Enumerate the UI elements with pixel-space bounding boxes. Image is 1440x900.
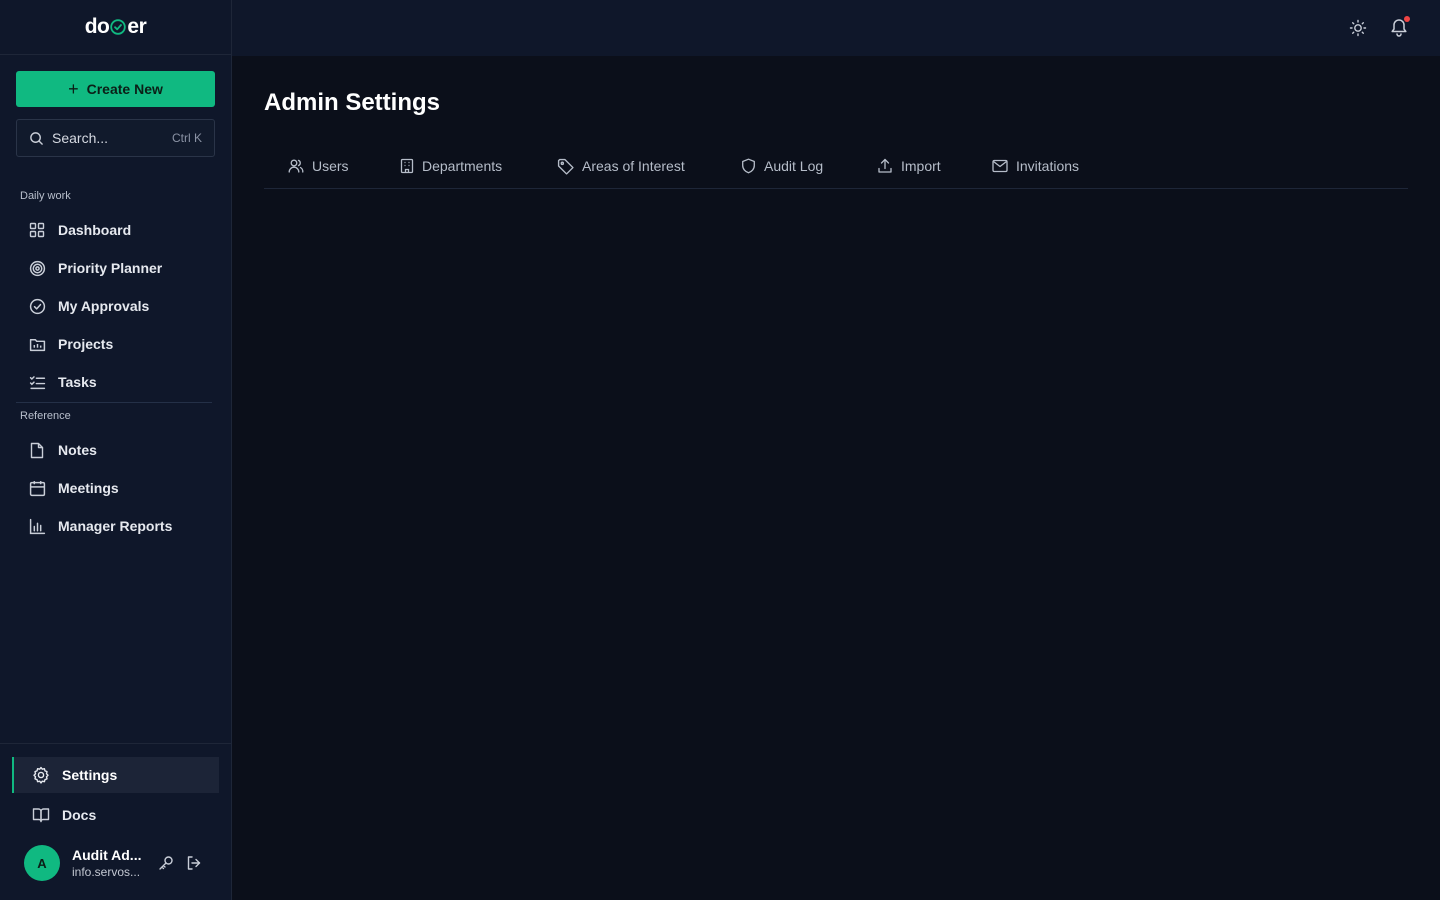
- create-new-button[interactable]: + Create New: [16, 71, 215, 107]
- calendar-icon: [28, 479, 46, 497]
- list-checks-icon: [28, 373, 46, 391]
- tab-label: Users: [312, 158, 349, 174]
- sidebar-item-dashboard[interactable]: Dashboard: [16, 213, 212, 247]
- settings-tabs: Users Departments Areas of Interest Audi…: [264, 145, 1408, 189]
- tab-label: Import: [901, 158, 941, 174]
- create-new-label: Create New: [86, 81, 163, 97]
- sidebar-item-label: Dashboard: [58, 222, 132, 238]
- section-label-reference: Reference: [20, 410, 71, 422]
- file-icon: [28, 441, 46, 459]
- search-box[interactable]: Ctrl K: [16, 119, 215, 157]
- page-title: Admin Settings: [264, 89, 441, 116]
- sidebar-item-settings[interactable]: Settings: [12, 757, 219, 793]
- docs-label: Docs: [62, 807, 97, 823]
- check-circle-icon: [28, 297, 46, 315]
- sidebar-item-label: My Approvals: [58, 298, 150, 314]
- sidebar-item-notes[interactable]: Notes: [16, 433, 212, 467]
- sidebar-item-manager-reports[interactable]: Manager Reports: [16, 509, 212, 543]
- search-shortcut: Ctrl K: [172, 131, 202, 145]
- grid-icon: [28, 221, 46, 239]
- user-name: Audit Ad...: [72, 847, 142, 863]
- users-icon: [288, 158, 304, 174]
- sidebar: do er + Create New Ctrl K Daily work Das…: [0, 0, 232, 900]
- settings-label: Settings: [62, 767, 118, 783]
- sidebar-bottom: Settings Docs A Audit Ad... info.servos.…: [0, 743, 231, 900]
- search-input[interactable]: [52, 130, 162, 146]
- sidebar-divider: [16, 402, 212, 403]
- sidebar-item-projects[interactable]: Projects: [16, 327, 212, 361]
- sidebar-item-priority-planner[interactable]: Priority Planner: [16, 251, 212, 285]
- user-info: Audit Ad... info.servos...: [72, 847, 152, 879]
- shield-icon: [741, 158, 756, 174]
- mail-icon: [992, 159, 1008, 173]
- key-icon[interactable]: [158, 855, 174, 871]
- tab-label: Invitations: [1016, 158, 1080, 174]
- sidebar-item-tasks[interactable]: Tasks: [16, 365, 212, 399]
- logo-check-icon: [110, 19, 127, 35]
- tab-invitations[interactable]: Invitations: [992, 145, 1079, 187]
- user-actions: [158, 855, 202, 871]
- book-icon: [32, 807, 50, 823]
- sidebar-item-meetings[interactable]: Meetings: [16, 471, 212, 505]
- logout-icon[interactable]: [186, 855, 202, 871]
- section-label-daily-work: Daily work: [20, 190, 71, 202]
- building-icon: [400, 158, 414, 174]
- folder-chart-icon: [28, 335, 46, 353]
- sun-icon[interactable]: [1349, 19, 1367, 42]
- tab-areas-of-interest[interactable]: Areas of Interest: [557, 145, 685, 187]
- user-email: info.servos...: [72, 865, 141, 879]
- logo-bar: do er: [0, 0, 231, 55]
- tab-label: Departments: [422, 158, 503, 174]
- tab-audit-log[interactable]: Audit Log: [741, 145, 823, 187]
- bar-chart-icon: [28, 517, 46, 535]
- tab-departments[interactable]: Departments: [400, 145, 502, 187]
- sidebar-item-docs[interactable]: Docs: [12, 797, 219, 833]
- avatar[interactable]: A: [24, 845, 60, 881]
- user-profile: A Audit Ad... info.servos...: [24, 844, 224, 882]
- tab-label: Audit Log: [764, 158, 824, 174]
- target-icon: [28, 259, 46, 277]
- notification-badge: [1404, 16, 1410, 22]
- search-icon: [30, 131, 43, 145]
- logo-suffix: er: [127, 15, 147, 38]
- gear-icon: [32, 766, 50, 784]
- upload-icon: [877, 158, 893, 174]
- sidebar-item-label: Manager Reports: [58, 518, 173, 534]
- sidebar-item-my-approvals[interactable]: My Approvals: [16, 289, 212, 323]
- logo-prefix: do: [84, 15, 110, 38]
- sidebar-item-label: Projects: [58, 336, 114, 352]
- sidebar-item-label: Priority Planner: [58, 260, 163, 276]
- app-logo[interactable]: do er: [85, 15, 147, 39]
- plus-icon: +: [68, 79, 79, 99]
- sidebar-item-label: Notes: [58, 442, 97, 458]
- sidebar-item-label: Tasks: [58, 374, 97, 390]
- tab-label: Areas of Interest: [582, 158, 685, 174]
- tag-icon: [557, 158, 574, 175]
- sidebar-item-label: Meetings: [58, 480, 119, 496]
- top-bar: [232, 0, 1440, 56]
- tab-users[interactable]: Users: [288, 145, 349, 187]
- tab-import[interactable]: Import: [877, 145, 941, 187]
